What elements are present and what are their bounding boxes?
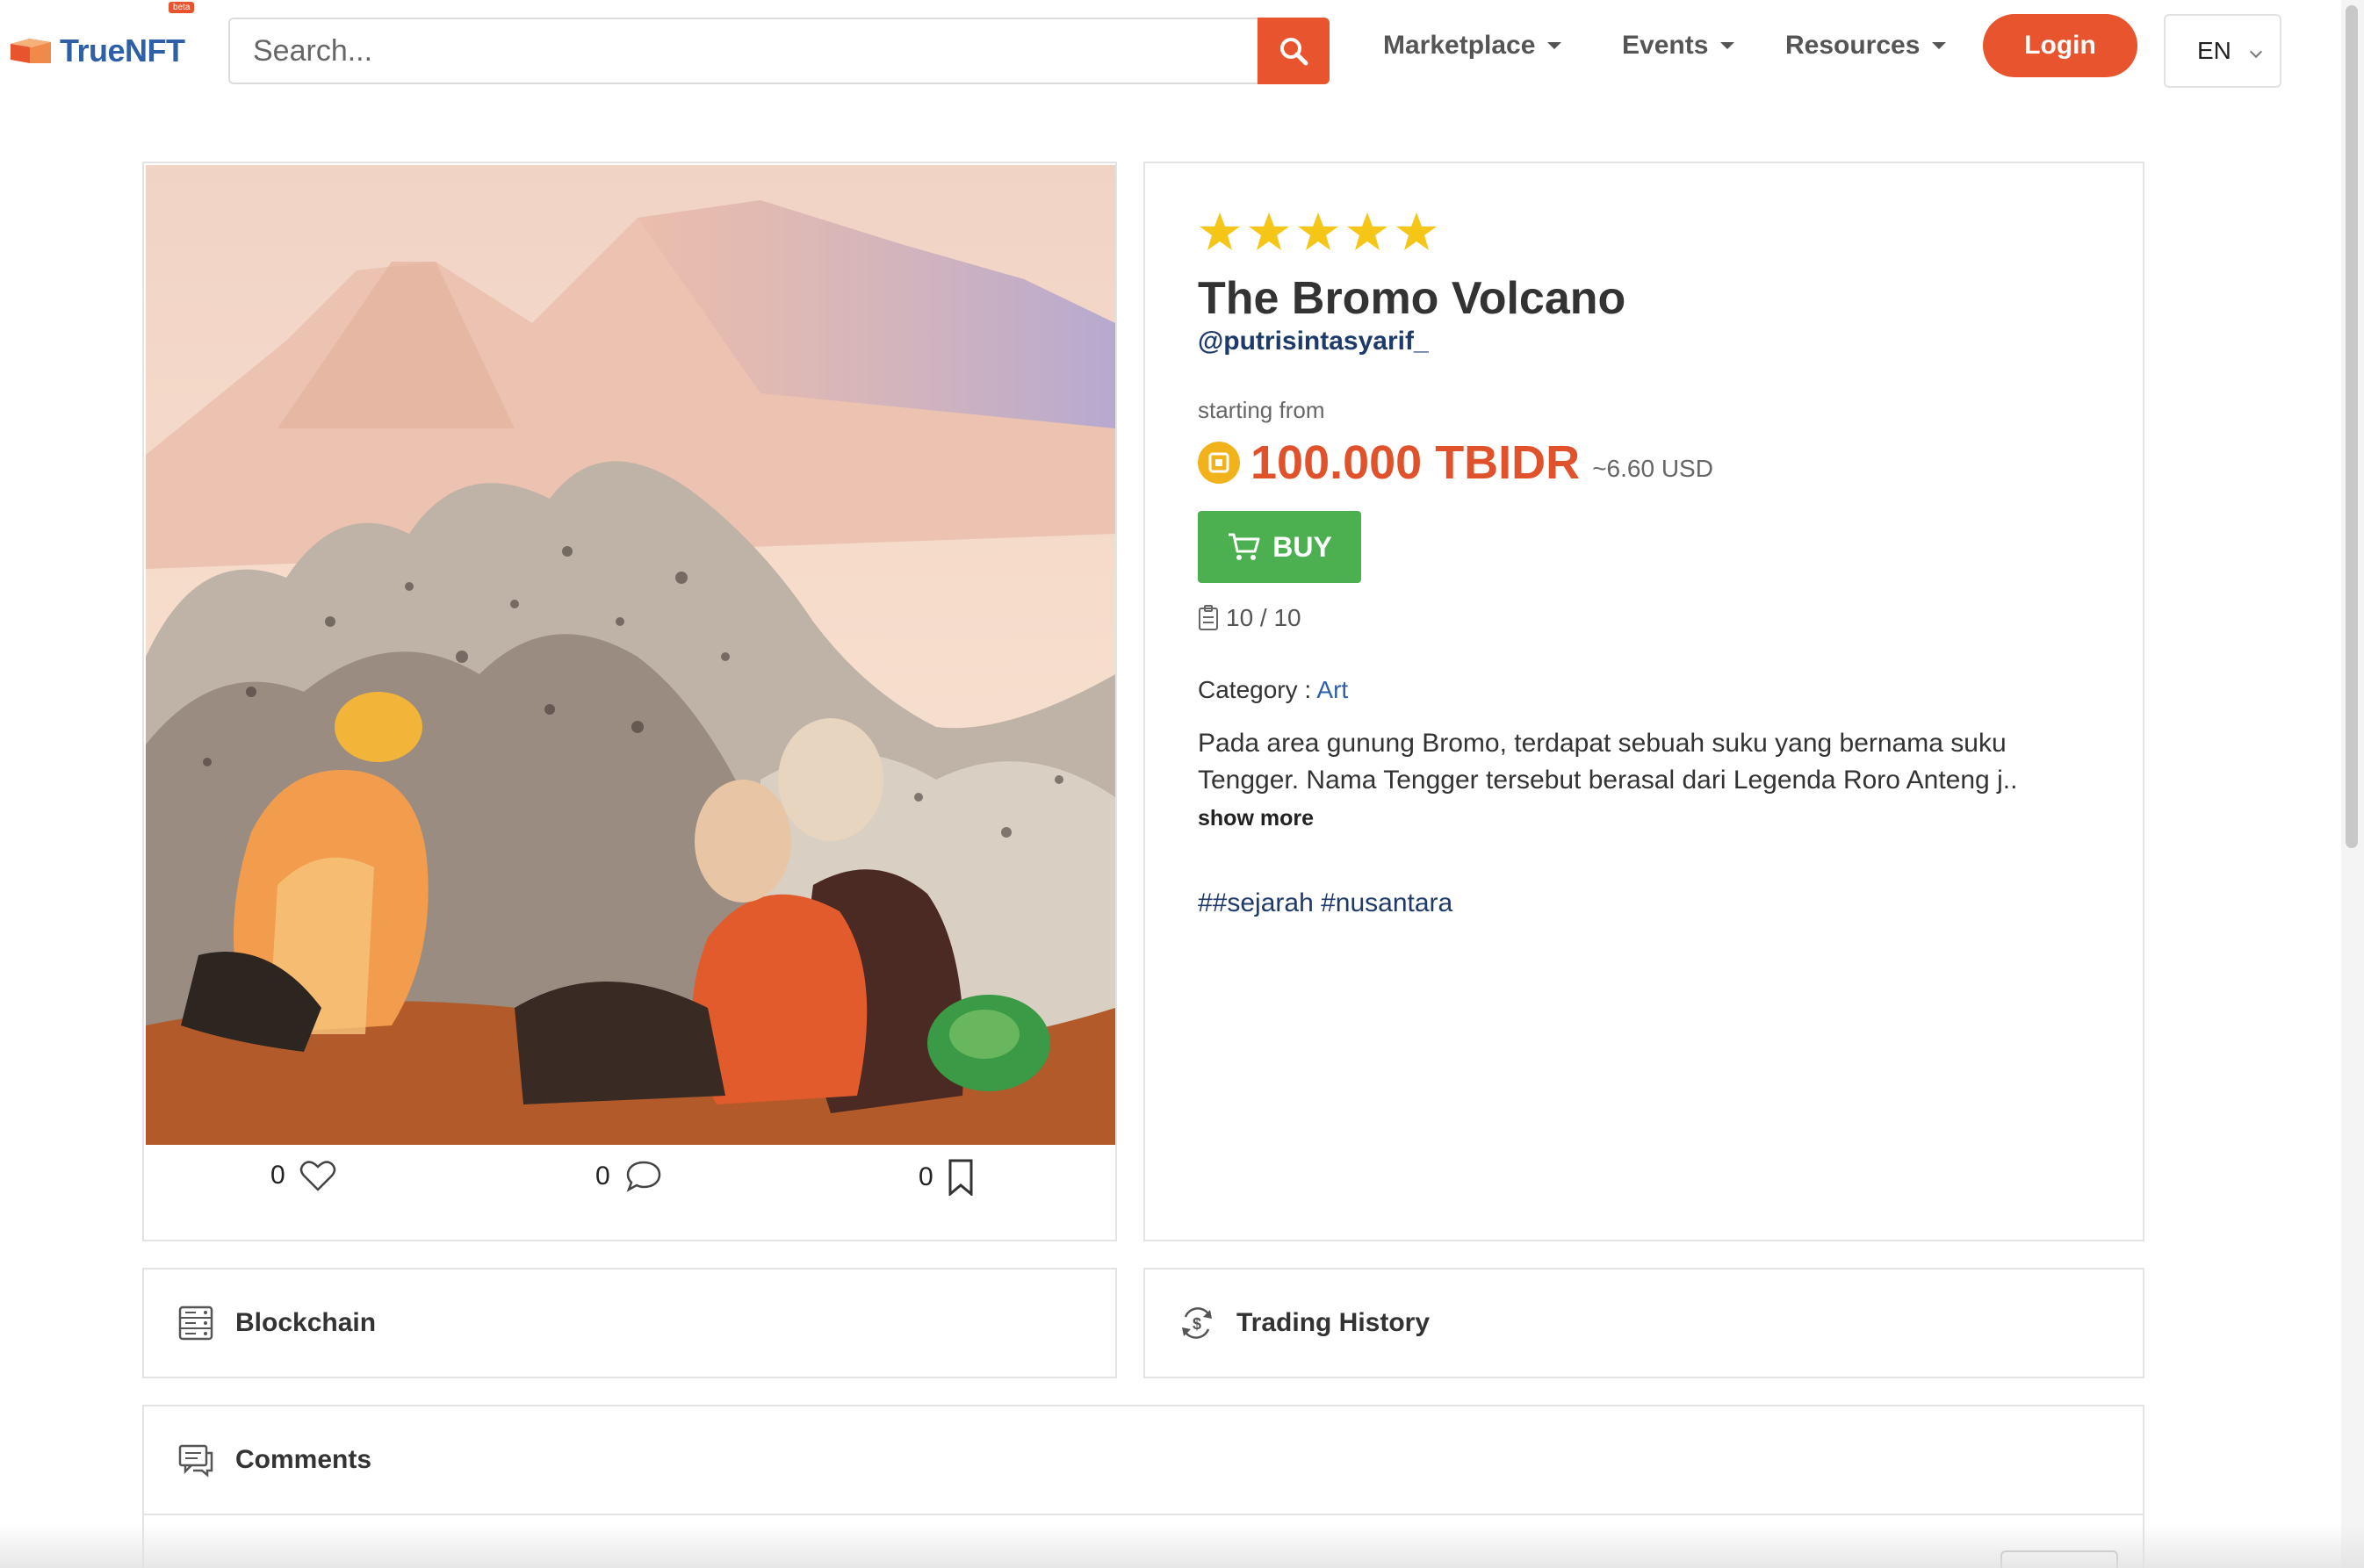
starting-from-label: starting from [1198, 397, 1325, 423]
nft-artwork[interactable] [146, 165, 1115, 1145]
bookmark-icon [948, 1159, 973, 1196]
rating-stars [1198, 211, 1438, 253]
chevron-down-icon [1932, 42, 1947, 49]
creator-link[interactable]: @putrisintasyarif_ [1198, 327, 1429, 356]
likes-stat[interactable]: 0 [270, 1159, 336, 1192]
category-link[interactable]: Art [1316, 676, 1348, 703]
show-more-link[interactable]: show more [1198, 806, 1314, 831]
scroll-thumb[interactable] [2346, 5, 2358, 848]
blockchain-header: Blockchain [177, 1305, 376, 1341]
clipboard-icon [1199, 605, 1218, 630]
star-icon [1347, 212, 1387, 250]
tbidr-coin-icon [1198, 442, 1240, 484]
hashtags[interactable]: ##sejarah #nusantara [1198, 888, 1452, 918]
beta-badge: beta [169, 2, 195, 13]
nav-marketplace[interactable]: Marketplace [1383, 26, 1562, 65]
cart-icon [1229, 533, 1260, 560]
chevron-down-icon [1547, 42, 1562, 49]
nft-description: Pada area gunung Bromo, terdapat sebuah … [1198, 729, 2018, 795]
comments-title: Comments [235, 1445, 372, 1474]
blockchain-section[interactable]: Blockchain [142, 1268, 1117, 1378]
category-row: Category : Art [1198, 676, 1348, 704]
nav-events[interactable]: Events [1622, 26, 1735, 65]
comments-stat[interactable]: 0 [595, 1159, 663, 1194]
trading-history-header: $ Trading History [1178, 1305, 1430, 1341]
chat-icon [177, 1442, 214, 1478]
trading-history-title: Trading History [1236, 1308, 1431, 1337]
heart-icon [299, 1161, 335, 1191]
truenft-logo[interactable]: TrueNFT [9, 25, 202, 77]
nft-image-card: 0 0 0 [142, 162, 1117, 1241]
star-icon [1298, 212, 1338, 250]
login-button[interactable]: Login [1983, 14, 2137, 77]
likes-count: 0 [270, 1161, 285, 1190]
comments-count: 0 [595, 1162, 610, 1190]
star-icon [1249, 212, 1289, 250]
nav-events-label: Events [1622, 31, 1709, 60]
blockchain-title: Blockchain [235, 1308, 377, 1337]
star-icon [1396, 212, 1437, 250]
search-icon [1280, 38, 1308, 66]
comments-header: Comments [177, 1442, 371, 1478]
edition-supply: 10 / 10 [1198, 604, 1301, 632]
brand-name: TrueNFT [60, 32, 185, 68]
buy-button[interactable]: BUY [1198, 511, 1361, 583]
category-label: Category : [1198, 676, 1312, 703]
price-row: 100.000 TBIDR ~6.60 USD [1198, 435, 1713, 490]
dollar-exchange-icon: $ [1178, 1305, 1215, 1341]
nft-price: 100.000 TBIDR [1250, 436, 1581, 489]
nav-resources[interactable]: Resources [1785, 26, 1947, 65]
top-navbar: TrueNFT beta Marketplace Events Resource… [0, 0, 2364, 97]
search-button[interactable] [1258, 18, 1330, 84]
comments-divider [144, 1514, 2143, 1515]
search-input[interactable] [228, 18, 1258, 84]
chevron-down-icon [1720, 42, 1735, 49]
nav-resources-label: Resources [1785, 31, 1921, 60]
bookmarks-stat[interactable]: 0 [919, 1159, 974, 1196]
svg-text:$: $ [1193, 1315, 1201, 1333]
comment-icon [626, 1161, 660, 1192]
chevron-down-icon [2249, 45, 2263, 59]
buy-label: BUY [1272, 530, 1332, 563]
server-icon [177, 1305, 214, 1341]
bottom-fade [0, 1524, 2364, 1568]
page-scrollbar[interactable] [2341, 0, 2364, 1568]
nft-title: The Bromo Volcano [1198, 273, 1626, 324]
trading-history-section[interactable]: $ Trading History [1143, 1268, 2144, 1378]
bookmarks-count: 0 [919, 1162, 933, 1191]
logo-mark-icon [9, 33, 54, 68]
search-bar [228, 18, 1330, 84]
star-icon [1200, 212, 1240, 250]
language-value: EN [2197, 37, 2231, 64]
language-select[interactable]: EN [2164, 14, 2281, 88]
nav-marketplace-label: Marketplace [1383, 31, 1536, 60]
price-usd: ~6.60 USD [1592, 455, 1713, 482]
supply-value: 10 / 10 [1226, 604, 1301, 631]
